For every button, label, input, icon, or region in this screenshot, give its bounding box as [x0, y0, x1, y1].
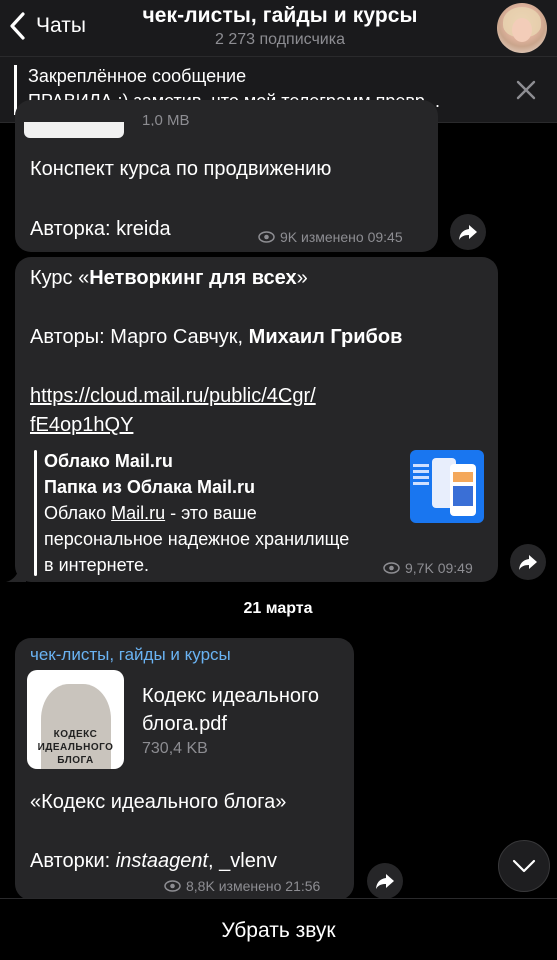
eye-icon: [164, 880, 181, 892]
file-name-continued[interactable]: блога.pdf: [142, 713, 227, 736]
share-arrow-icon: [519, 555, 537, 570]
course-title: Курс «Нетворкинг для всех»: [30, 267, 308, 289]
message-time: 09:45: [367, 229, 403, 245]
back-button[interactable]: Чаты: [8, 10, 86, 42]
view-count: 9K: [280, 229, 298, 245]
course-link-continued[interactable]: fE4op1hQY: [30, 414, 133, 437]
chat-header: Чаты чек-листы, гайды и курсы 2 273 подп…: [0, 0, 557, 57]
pinned-title: Закреплённое сообщение: [28, 66, 247, 86]
scroll-to-bottom-button[interactable]: [498, 840, 550, 892]
edited-label: изменено: [301, 229, 364, 245]
preview-inline-link[interactable]: Mail.ru: [111, 503, 165, 523]
share-arrow-icon: [459, 225, 477, 240]
edited-label: изменено: [218, 878, 282, 894]
link-preview-indicator: [34, 450, 37, 576]
message-time: 09:49: [437, 560, 473, 576]
message-meta: 9K изменено 09:45: [258, 229, 403, 245]
chat-title: чек-листы, гайды и курсы: [142, 4, 418, 27]
message-text: Конспект курса по продвижению: [30, 158, 332, 180]
course-authors: Авторы: Марго Савчук, Михаил Грибов: [30, 326, 403, 348]
mute-button[interactable]: Убрать звук: [221, 919, 335, 943]
message-text: «Кодекс идеального блога»: [30, 791, 287, 813]
bubble-tail: [6, 566, 26, 582]
message-meta: 9,7K 09:49: [383, 560, 473, 576]
back-label: Чаты: [36, 14, 86, 37]
chevron-down-icon: [512, 859, 536, 873]
channel-avatar[interactable]: [497, 3, 547, 53]
file-size: 730,4 KB: [142, 740, 208, 757]
course-name: Нетворкинг для всех: [89, 267, 297, 289]
course-link[interactable]: https://cloud.mail.ru/public/4Cgr/: [30, 385, 316, 408]
view-count: 8,8K: [186, 878, 215, 894]
chevron-left-icon: [10, 12, 25, 40]
view-count: 9,7K: [405, 560, 434, 576]
thumbnail-caption: КОДЕКС ИДЕАЛЬНОГО БЛОГА: [37, 729, 114, 766]
share-arrow-icon: [376, 874, 394, 889]
share-button[interactable]: [510, 544, 546, 580]
document-thumbnail[interactable]: КОДЕКС ИДЕАЛЬНОГО БЛОГА: [27, 670, 124, 769]
preview-description-line2: персональное надежное хранилище: [44, 529, 350, 549]
message-meta: 8,8K изменено 21:56: [164, 878, 320, 894]
file-size: 1,0 MB: [142, 112, 190, 126]
chat-title-area[interactable]: чек-листы, гайды и курсы 2 273 подписчик…: [110, 4, 450, 49]
bottom-bar: Убрать звук: [0, 898, 557, 960]
eye-icon: [258, 231, 275, 243]
subscriber-count: 2 273 подписчика: [215, 31, 345, 48]
preview-description-line3: в интернете.: [44, 555, 150, 575]
close-icon[interactable]: [513, 77, 539, 103]
eye-icon: [383, 562, 400, 574]
link-preview-image[interactable]: [410, 450, 484, 523]
preview-title: Папка из Облака Mail.ru: [44, 477, 255, 497]
preview-description: Облако Mail.ru - это ваше: [44, 503, 257, 523]
date-separator: 21 марта: [243, 600, 313, 617]
message-authors: Авторки: instaagent, _vlenv: [30, 850, 277, 872]
share-button[interactable]: [450, 214, 486, 250]
share-button[interactable]: [367, 863, 403, 899]
file-name[interactable]: Кодекс идеального: [142, 685, 319, 708]
message-time: 21:56: [285, 878, 321, 894]
channel-name[interactable]: чек-листы, гайды и курсы: [30, 645, 231, 665]
message-author: Авторка: kreida: [30, 218, 171, 240]
preview-site-name: Облако Mail.ru: [44, 451, 173, 471]
document-thumbnail[interactable]: [24, 122, 124, 138]
